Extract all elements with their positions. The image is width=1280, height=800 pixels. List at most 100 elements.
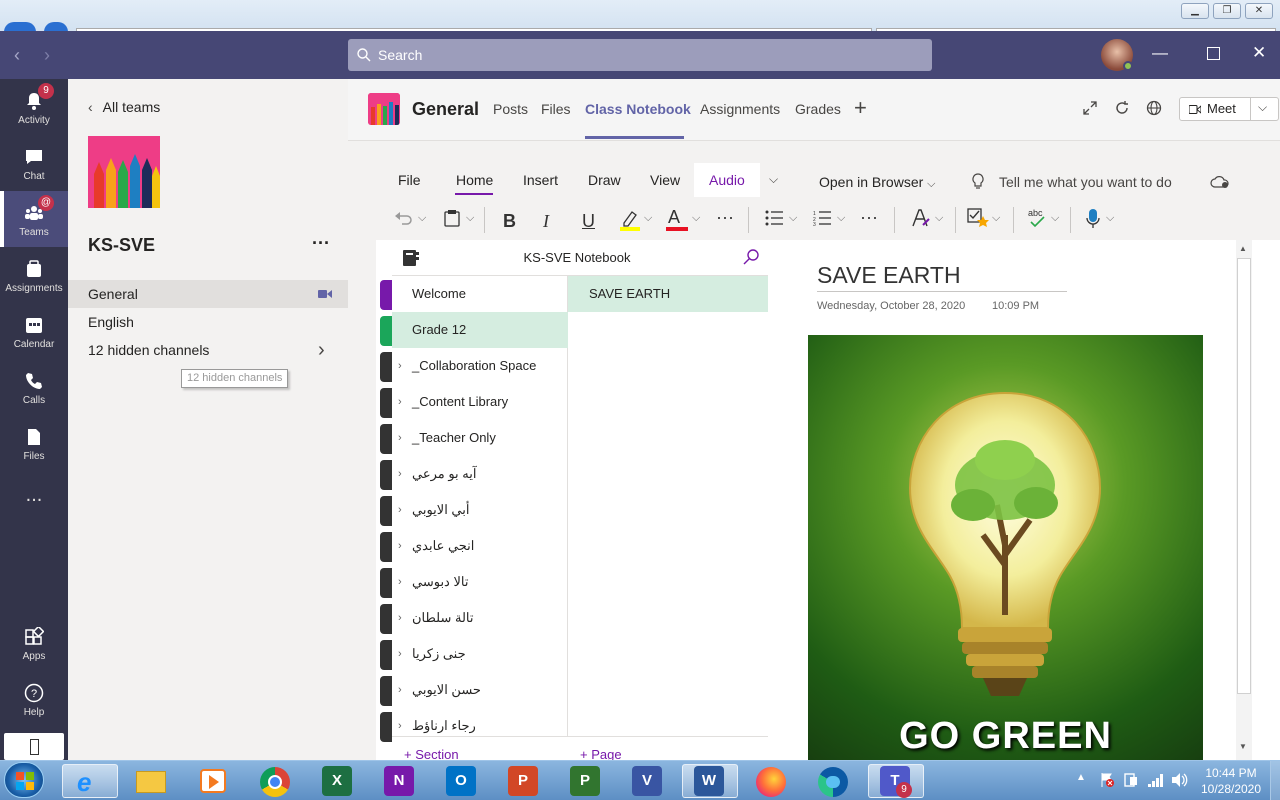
start-button[interactable] [4, 762, 44, 798]
all-teams-link[interactable]: ‹ All teams [88, 99, 160, 115]
styles-dropdown-icon[interactable]: ⌵ [935, 212, 943, 225]
download-button[interactable] [4, 733, 64, 760]
clipboard-icon[interactable] [444, 209, 460, 227]
project-icon[interactable]: P [570, 766, 600, 796]
section-item-selected[interactable]: Grade 12 [392, 312, 568, 348]
sync-status-icon[interactable] [1210, 175, 1230, 189]
paste-dropdown-icon[interactable]: ⌵ [466, 212, 474, 225]
page-title[interactable]: SAVE EARTH [817, 262, 961, 289]
undo-icon[interactable] [394, 210, 412, 226]
refresh-icon[interactable] [1114, 100, 1130, 116]
tab-assignments[interactable]: Assignments [700, 101, 780, 117]
hidden-channels[interactable]: 12 hidden channels › [68, 336, 348, 364]
rail-activity[interactable]: 9 Activity [0, 79, 68, 135]
more-paragraph-icon[interactable]: ··· [860, 207, 878, 228]
expand-icon[interactable] [1083, 101, 1097, 115]
onenote-icon[interactable]: N [384, 766, 414, 796]
channel-english[interactable]: English [68, 308, 348, 336]
minimize-icon[interactable]: — [1152, 45, 1168, 63]
font-color-dropdown-icon[interactable]: ⌵ [692, 212, 700, 225]
tab-grades[interactable]: Grades [795, 101, 841, 117]
section-group[interactable]: › _Collaboration Space [392, 348, 568, 384]
network-adapter-icon[interactable] [1123, 772, 1139, 788]
clock[interactable]: 10:44 PM 10/28/2020 [1196, 765, 1266, 797]
scroll-up-icon[interactable]: ▲ [1239, 244, 1247, 253]
add-tab-icon[interactable]: + [854, 95, 867, 121]
os-close-button[interactable]: ✕ [1245, 3, 1273, 19]
channel-general[interactable]: General [68, 280, 348, 308]
team-more-icon[interactable]: ··· [312, 233, 330, 254]
section-group[interactable]: › حسن الايوبي [392, 672, 568, 708]
tell-me-input[interactable]: Tell me what you want to do [999, 174, 1172, 190]
globe-icon[interactable] [1146, 100, 1162, 116]
spelling-icon[interactable]: abc [1027, 207, 1049, 229]
dictate-icon[interactable] [1086, 208, 1100, 230]
highlighter-dropdown-icon[interactable]: ⌵ [644, 212, 652, 225]
volume-icon[interactable] [1171, 772, 1189, 788]
ribbon-tab-draw[interactable]: Draw [588, 172, 621, 188]
rail-chat[interactable]: Chat [0, 135, 68, 191]
forward-arrow-icon[interactable]: › [44, 45, 50, 66]
font-color-icon[interactable]: A [668, 207, 680, 228]
os-minimize-button[interactable]: ▁ [1181, 3, 1209, 19]
maximize-icon[interactable] [1207, 47, 1220, 60]
tag-dropdown-icon[interactable]: ⌵ [992, 212, 1000, 225]
show-desktop-button[interactable] [1270, 761, 1280, 800]
search-icon[interactable] [743, 248, 761, 266]
ribbon-tab-home[interactable]: Home [456, 172, 493, 188]
highlighter-icon[interactable] [620, 209, 640, 231]
back-arrow-icon[interactable]: ‹ [14, 45, 20, 66]
taskbar-ie[interactable]: e [62, 764, 118, 798]
ribbon-tab-audio[interactable]: Audio [694, 163, 760, 197]
section-group[interactable]: › جنى زكريا [392, 636, 568, 672]
bold-icon[interactable]: B [503, 211, 516, 232]
taskbar-chrome[interactable] [248, 764, 304, 798]
bullets-dropdown-icon[interactable]: ⌵ [789, 212, 797, 225]
taskbar-explorer[interactable] [124, 764, 180, 798]
section-group[interactable]: › رجاء ارناؤط [392, 708, 568, 736]
styles-icon[interactable] [911, 208, 931, 228]
visio-icon[interactable]: V [632, 766, 662, 796]
search-input[interactable]: Search [348, 39, 932, 71]
undo-dropdown-icon[interactable]: ⌵ [418, 212, 426, 225]
taskbar-edge[interactable] [806, 764, 862, 798]
outlook-icon[interactable]: O [446, 766, 476, 796]
numbering-icon[interactable]: 123 [813, 210, 831, 226]
go-green-image[interactable]: GO GREEN [808, 335, 1203, 760]
section-item[interactable]: Welcome [392, 276, 568, 312]
rail-more-icon[interactable]: ... [0, 477, 68, 533]
wifi-signal-icon[interactable] [1147, 772, 1165, 788]
more-format-icon[interactable]: ··· [716, 207, 734, 228]
rail-calendar[interactable]: Calendar [0, 303, 68, 359]
section-group[interactable]: › آيه بو مرعي [392, 456, 568, 492]
taskbar-media[interactable] [186, 764, 242, 798]
page-canvas[interactable]: SAVE EARTH Wednesday, October 28, 2020 1… [768, 240, 1236, 760]
page-item-selected[interactable]: SAVE EARTH [568, 276, 768, 312]
taskbar-firefox[interactable] [744, 764, 800, 798]
ribbon-tab-view[interactable]: View [650, 172, 680, 188]
tab-class-notebook[interactable]: Class Notebook [585, 101, 691, 117]
excel-icon[interactable]: X [322, 766, 352, 796]
tag-icon[interactable] [967, 208, 989, 228]
avatar[interactable] [1101, 39, 1133, 71]
section-group[interactable]: › تالا دبوسي [392, 564, 568, 600]
rail-assignments[interactable]: Assignments [0, 247, 68, 303]
section-group[interactable]: › انجي عابدي [392, 528, 568, 564]
word-icon[interactable]: W [694, 766, 724, 796]
show-hidden-icons[interactable]: ▲ [1076, 772, 1086, 783]
flag-icon[interactable] [1099, 772, 1115, 788]
open-in-browser-button[interactable]: Open in Browser ⌵ [819, 174, 936, 191]
numbering-dropdown-icon[interactable]: ⌵ [837, 212, 845, 225]
section-group[interactable]: › _Content Library [392, 384, 568, 420]
add-page-button[interactable]: + Page [568, 736, 768, 760]
ribbon-collapse-icon[interactable]: ⌵ [769, 172, 778, 187]
vertical-scrollbar[interactable]: ▲ ▼ [1236, 240, 1252, 760]
notebook-name[interactable]: KS-SVE Notebook [392, 250, 762, 265]
tab-files[interactable]: Files [541, 101, 571, 117]
rail-apps[interactable]: Apps [0, 615, 68, 671]
powerpoint-icon[interactable]: P [508, 766, 538, 796]
section-group[interactable]: › تالة سلطان [392, 600, 568, 636]
dictate-dropdown-icon[interactable]: ⌵ [1106, 212, 1114, 225]
rail-calls[interactable]: Calls [0, 359, 68, 415]
scroll-down-icon[interactable]: ▼ [1239, 742, 1247, 751]
